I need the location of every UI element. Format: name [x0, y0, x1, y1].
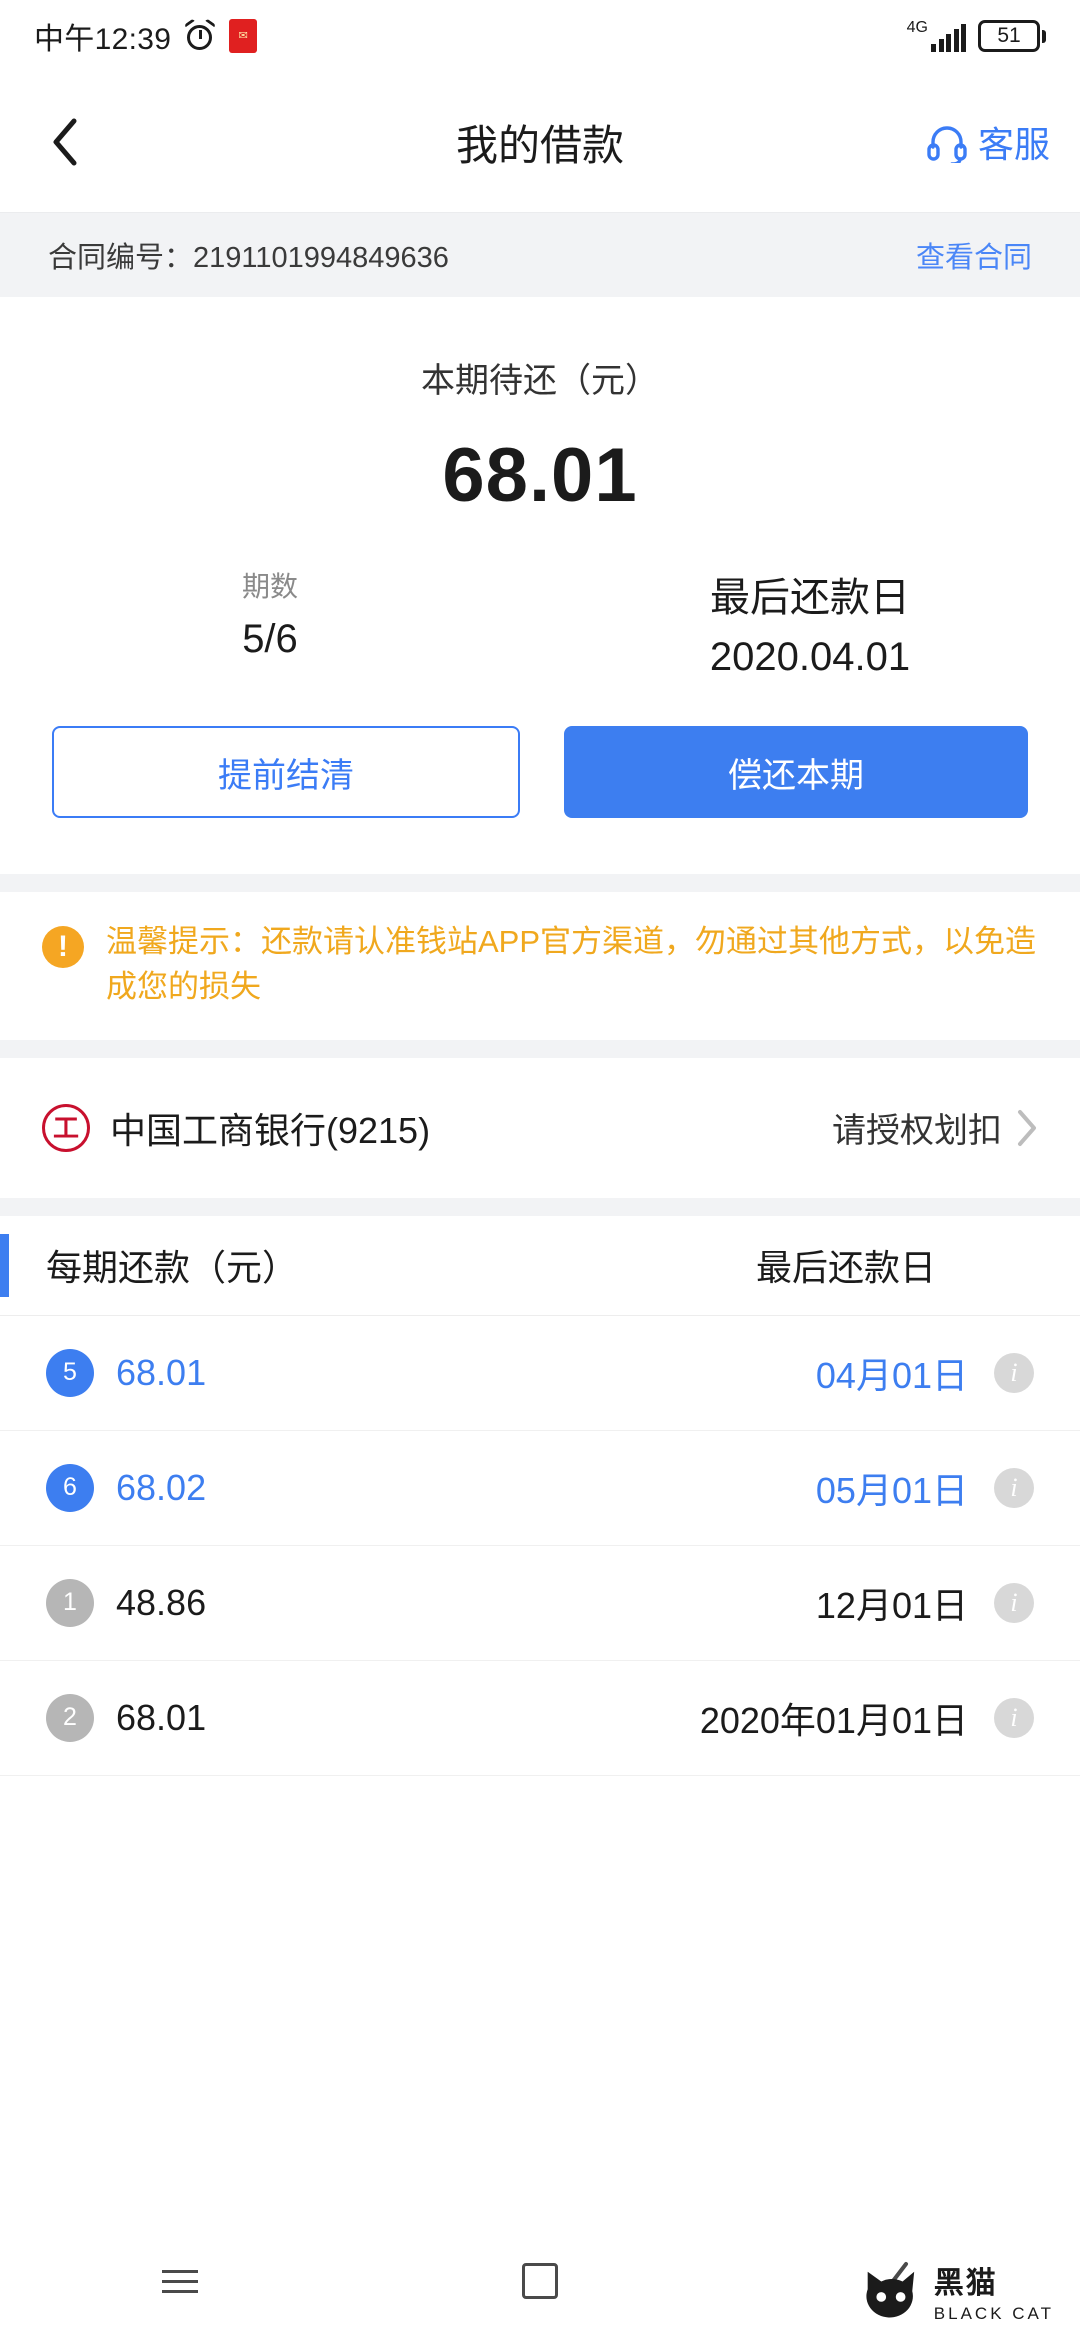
contract-bar: 合同编号：2191101994849636 查看合同	[0, 212, 1080, 297]
schedule-col-date: 最后还款日	[755, 1247, 936, 1289]
signal-bars-icon: 4G	[907, 20, 966, 52]
row-amount: 68.02	[116, 1466, 207, 1508]
headset-icon	[927, 126, 967, 163]
page-title: 我的借款	[455, 121, 624, 169]
menu-icon	[161, 2269, 198, 2293]
system-navigation-bar: 黑猫 BLACK CAT	[0, 2222, 1080, 2340]
battery-icon: 51	[978, 20, 1046, 52]
network-type-label: 4G	[906, 19, 928, 36]
status-bar: 中午12:39 ✉ 4G 51	[0, 0, 1080, 72]
repay-current-button[interactable]: 偿还本期	[564, 726, 1028, 818]
period-badge: 6	[46, 1463, 94, 1512]
status-bar-left: 中午12:39 ✉	[34, 14, 258, 58]
view-contract-link[interactable]: 查看合同	[916, 234, 1032, 276]
period-badge: 5	[46, 1348, 94, 1397]
summary-card: 本期待还（元） 68.01 期数 5/6 最后还款日 2020.04.01 提前…	[0, 297, 1080, 874]
summary-columns: 期数 5/6 最后还款日 2020.04.01	[0, 565, 1080, 680]
early-settle-button[interactable]: 提前结清	[52, 726, 520, 818]
icbc-bank-logo: 工	[42, 1103, 90, 1152]
row-date: 05月01日	[815, 1469, 968, 1511]
row-date: 12月01日	[815, 1584, 968, 1626]
row-date: 2020年01月01日	[699, 1699, 968, 1741]
alarm-clock-icon	[184, 18, 217, 51]
warning-exclamation-icon: !	[42, 926, 84, 968]
status-bar-right: 4G 51	[907, 20, 1046, 52]
warning-tip-text: 温馨提示：还款请认准钱站APP官方渠道，勿通过其他方式，以免造成您的损失	[106, 924, 1037, 1004]
watermark-cn: 黑猫	[933, 2266, 998, 2300]
watermark-en: BLACK CAT	[933, 2303, 1054, 2323]
customer-service-label: 客服	[977, 124, 1050, 165]
due-date-column: 最后还款日 2020.04.01	[540, 565, 1080, 680]
info-icon[interactable]: i	[994, 1352, 1034, 1393]
chevron-right-icon	[1018, 1109, 1036, 1146]
table-row[interactable]: 2 68.01 2020年01月01日 i	[0, 1661, 1080, 1776]
row-amount: 48.86	[116, 1581, 207, 1623]
bank-action[interactable]: 请授权划扣	[832, 1103, 1038, 1152]
section-divider-2	[0, 1039, 1080, 1058]
watermark-text: 黑猫 BLACK CAT	[933, 2266, 1054, 2323]
row-amount: 68.01	[116, 1351, 207, 1393]
section-divider	[0, 874, 1080, 892]
red-app-icon: ✉	[229, 19, 258, 53]
black-cat-logo	[866, 2271, 914, 2318]
action-buttons: 提前结清 偿还本期	[0, 680, 1080, 874]
phone-screen: 中午12:39 ✉ 4G 51 我的借款 客服 合同编号：21911019948…	[0, 0, 1080, 2340]
bank-card-row[interactable]: 工 中国工商银行(9215) 请授权划扣	[0, 1057, 1080, 1198]
period-label: 期数	[241, 571, 298, 602]
table-row[interactable]: 5 68.01 04月01日 i	[0, 1316, 1080, 1431]
row-amount: 68.01	[116, 1696, 207, 1738]
table-row[interactable]: 1 48.86 12月01日 i	[0, 1546, 1080, 1661]
contract-number: 合同编号：2191101994849636	[48, 242, 449, 274]
due-date-label: 最后还款日	[710, 576, 910, 620]
battery-level: 51	[978, 20, 1040, 52]
period-badge: 2	[46, 1693, 94, 1742]
period-column: 期数 5/6	[0, 565, 540, 680]
schedule-col-amount: 每期还款（元）	[46, 1247, 299, 1289]
row-date: 04月01日	[815, 1354, 968, 1396]
due-amount-value: 68.01	[442, 433, 638, 518]
period-badge: 1	[46, 1578, 94, 1627]
back-chevron-icon	[53, 118, 77, 166]
table-row[interactable]: 6 68.02 05月01日 i	[0, 1431, 1080, 1546]
due-date-value: 2020.04.01	[709, 635, 911, 679]
watermark: 黑猫 BLACK CAT	[858, 2264, 1054, 2326]
home-square-icon	[521, 2263, 558, 2299]
nav-home-button[interactable]	[360, 2263, 720, 2299]
schedule-header: 每期还款（元） 最后还款日	[0, 1216, 1080, 1316]
repayment-schedule: 每期还款（元） 最后还款日 5 68.01 04月01日 i 6 68.02 0…	[0, 1215, 1080, 1776]
info-icon[interactable]: i	[994, 1467, 1034, 1508]
info-icon[interactable]: i	[994, 1697, 1034, 1738]
bank-name: 中国工商银行(9215)	[110, 1109, 431, 1151]
app-header: 我的借款 客服	[0, 72, 1080, 212]
period-value: 5/6	[242, 617, 298, 661]
warning-tip: ! 温馨提示：还款请认准钱站APP官方渠道，勿通过其他方式，以免造成您的损失	[0, 892, 1080, 1040]
authorize-deduction-label: 请授权划扣	[832, 1112, 1002, 1151]
nav-recents-button[interactable]	[0, 2269, 360, 2293]
status-time: 中午12:39	[34, 23, 172, 56]
section-divider-3	[0, 1197, 1080, 1216]
info-icon[interactable]: i	[994, 1582, 1034, 1623]
due-amount-label: 本期待还（元）	[421, 362, 659, 400]
back-button[interactable]	[30, 107, 100, 177]
customer-service-button[interactable]: 客服	[926, 116, 1050, 168]
